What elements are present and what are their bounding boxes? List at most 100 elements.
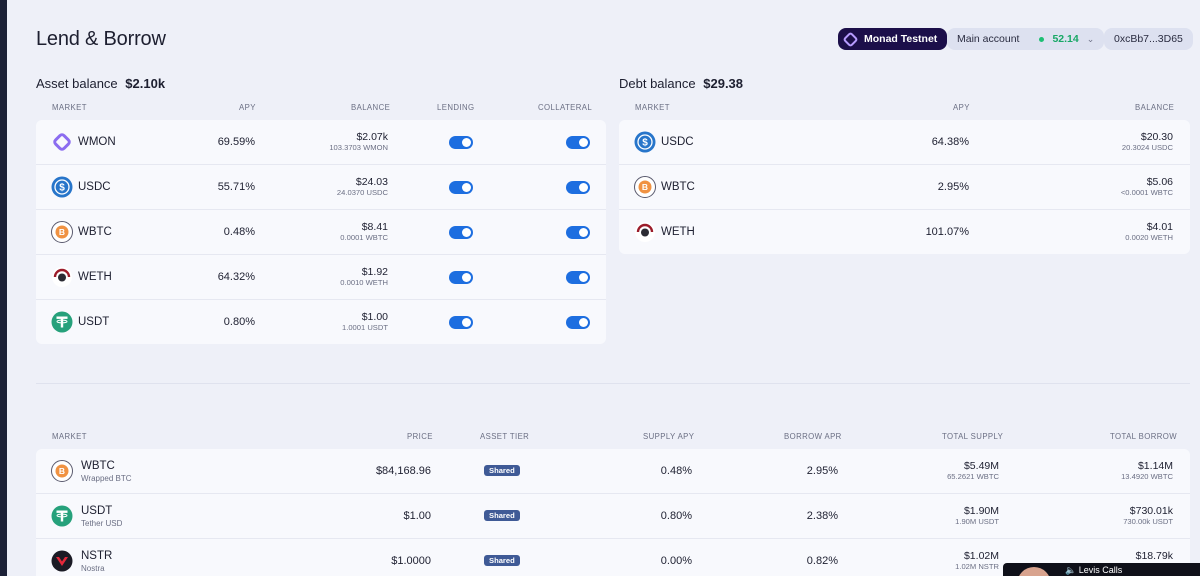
- apy-value: 101.07%: [925, 226, 969, 238]
- total-borrow-value: $1.14M: [1137, 460, 1173, 472]
- col-total-supply: TOTAL SUPPLY: [942, 432, 1004, 441]
- markets-table: B WBTC Wrapped BTC $84,168.96 Shared 0.4…: [36, 449, 1190, 576]
- table-row[interactable]: USDT Tether USD $1.00 Shared 0.80% 2.38%…: [36, 494, 1190, 539]
- table-row[interactable]: $ USDC 64.38% $20.30 20.3024 USDC: [619, 120, 1190, 165]
- asset-balance-label: Asset balance: [36, 76, 118, 91]
- market-full-name: Tether USD: [81, 519, 123, 528]
- col-apy: APY: [239, 103, 256, 112]
- price-value: $84,168.96: [375, 465, 431, 477]
- lending-toggle[interactable]: [449, 226, 473, 239]
- market-full-name: Nostra: [81, 564, 105, 573]
- table-row[interactable]: WMON 69.59% $2.07k 103.3703 WMON: [36, 120, 606, 165]
- balance-token: 103.3703 WMON: [329, 143, 388, 152]
- balance-value: $2.07k: [356, 131, 388, 143]
- speaker-icon: 🔈: [1065, 565, 1077, 575]
- debt-balance-amount: $29.38: [703, 76, 744, 91]
- total-supply-token: 65.2621 WBTC: [947, 472, 999, 481]
- table-row[interactable]: WETH 101.07% $4.01 0.0020 WETH: [619, 210, 1190, 255]
- debt-balance-label: Debt balance: [619, 76, 696, 91]
- wbtc-icon: B: [634, 176, 656, 198]
- market-name: WMON: [78, 136, 116, 148]
- balance-token: 24.0370 USDC: [336, 188, 388, 197]
- balance-token: 1.0001 USDT: [341, 323, 388, 332]
- collateral-toggle[interactable]: [566, 181, 590, 194]
- total-supply-value: $5.49M: [963, 460, 999, 472]
- svg-text:B: B: [59, 227, 65, 237]
- apy-value: 0.80%: [223, 316, 255, 328]
- table-row[interactable]: USDT 0.80% $1.00 1.0001 USDT: [36, 300, 606, 345]
- collateral-toggle[interactable]: [566, 316, 590, 329]
- wallet-address-button[interactable]: 0xcBb7...3D65: [1104, 28, 1193, 50]
- lending-toggle[interactable]: [449, 316, 473, 329]
- chevron-down-icon: ⌄: [1086, 33, 1095, 44]
- nstr-icon: [51, 550, 73, 572]
- popup-title: 🔈 Levis Calls: [1065, 565, 1122, 576]
- balance-token: 0.0010 WETH: [340, 278, 388, 287]
- total-supply-value: $1.02M: [963, 550, 999, 562]
- col-total-borrow: TOTAL BORROW: [1110, 432, 1178, 441]
- wbtc-icon: B: [51, 460, 73, 482]
- apy-value: 0.48%: [223, 226, 255, 238]
- account-selector[interactable]: Main account 52.14 ⌄: [947, 28, 1105, 50]
- collateral-toggle[interactable]: [566, 226, 590, 239]
- supply-apy-value: 0.48%: [660, 465, 692, 477]
- apy-value: 69.59%: [217, 136, 255, 148]
- table-row[interactable]: $ USDC 55.71% $24.03 24.0370 USDC: [36, 165, 606, 210]
- col-lending: LENDING: [437, 103, 475, 112]
- balance-token: <0.0001 WBTC: [1120, 188, 1173, 197]
- table-row[interactable]: B WBTC Wrapped BTC $84,168.96 Shared 0.4…: [36, 449, 1190, 494]
- market-name: WBTC: [81, 460, 115, 472]
- popup-title-text: Levis Calls: [1078, 565, 1123, 575]
- balance-token: 0.0020 WETH: [1125, 233, 1173, 242]
- balance-value: $5.06: [1146, 176, 1173, 188]
- page-title: Lend & Borrow: [36, 28, 166, 50]
- borrow-apr-value: 2.95%: [806, 465, 838, 477]
- asset-balance-amount: $2.10k: [125, 76, 166, 91]
- balance-value: $8.41: [361, 221, 388, 233]
- collateral-toggle[interactable]: [566, 271, 590, 284]
- col-supply-apy: SUPPLY APY: [643, 432, 695, 441]
- total-supply-value: $1.90M: [963, 505, 999, 517]
- status-dot: [1039, 36, 1045, 42]
- debt-balance-heading: Debt balance $29.38: [619, 76, 743, 91]
- total-borrow-value: $730.01k: [1129, 505, 1173, 517]
- table-row[interactable]: WETH 64.32% $1.92 0.0010 WETH: [36, 255, 606, 300]
- col-borrow-apr: BORROW APR: [784, 432, 842, 441]
- network-label: Monad Testnet: [864, 33, 938, 45]
- lending-toggle[interactable]: [449, 271, 473, 284]
- apy-value: 64.32%: [217, 271, 255, 283]
- col-market: MARKET: [635, 103, 670, 112]
- col-market: MARKET: [52, 432, 87, 441]
- left-sidebar-edge: [0, 0, 7, 576]
- total-borrow-token: 13.4920 WBTC: [1121, 472, 1173, 481]
- account-balance: 52.14: [1052, 33, 1079, 45]
- total-supply-token: 1.02M NSTR: [955, 562, 999, 571]
- borrow-apr-value: 2.38%: [806, 510, 838, 522]
- apy-value: 64.38%: [931, 136, 969, 148]
- network-selector[interactable]: Monad Testnet: [838, 28, 948, 50]
- weth-icon: [52, 267, 72, 287]
- market-name: USDT: [78, 316, 110, 328]
- section-divider: [36, 383, 1190, 384]
- col-apy: APY: [953, 103, 970, 112]
- market-name: WETH: [78, 271, 112, 283]
- lending-toggle[interactable]: [449, 136, 473, 149]
- apy-value: 2.95%: [937, 181, 969, 193]
- table-row[interactable]: B WBTC 2.95% $5.06 <0.0001 WBTC: [619, 165, 1190, 210]
- lending-toggle[interactable]: [449, 181, 473, 194]
- balance-value: $4.01: [1146, 221, 1173, 233]
- balance-token: 20.3024 USDC: [1121, 143, 1173, 152]
- col-market: MARKET: [52, 103, 87, 112]
- supply-apy-value: 0.80%: [660, 510, 692, 522]
- market-name: WETH: [661, 226, 695, 238]
- table-row[interactable]: B WBTC 0.48% $8.41 0.0001 WBTC: [36, 210, 606, 255]
- notification-popup[interactable]: 🔈 Levis Calls: [1003, 563, 1200, 576]
- total-borrow-value: $18.79k: [1135, 550, 1173, 562]
- collateral-toggle[interactable]: [566, 136, 590, 149]
- tier-badge: Shared: [484, 465, 520, 476]
- usdt-icon: [51, 505, 73, 527]
- price-value: $1.00: [403, 510, 431, 522]
- col-collateral: COLLATERAL: [538, 103, 593, 112]
- market-name: USDC: [78, 181, 111, 193]
- tier-badge: Shared: [484, 510, 520, 521]
